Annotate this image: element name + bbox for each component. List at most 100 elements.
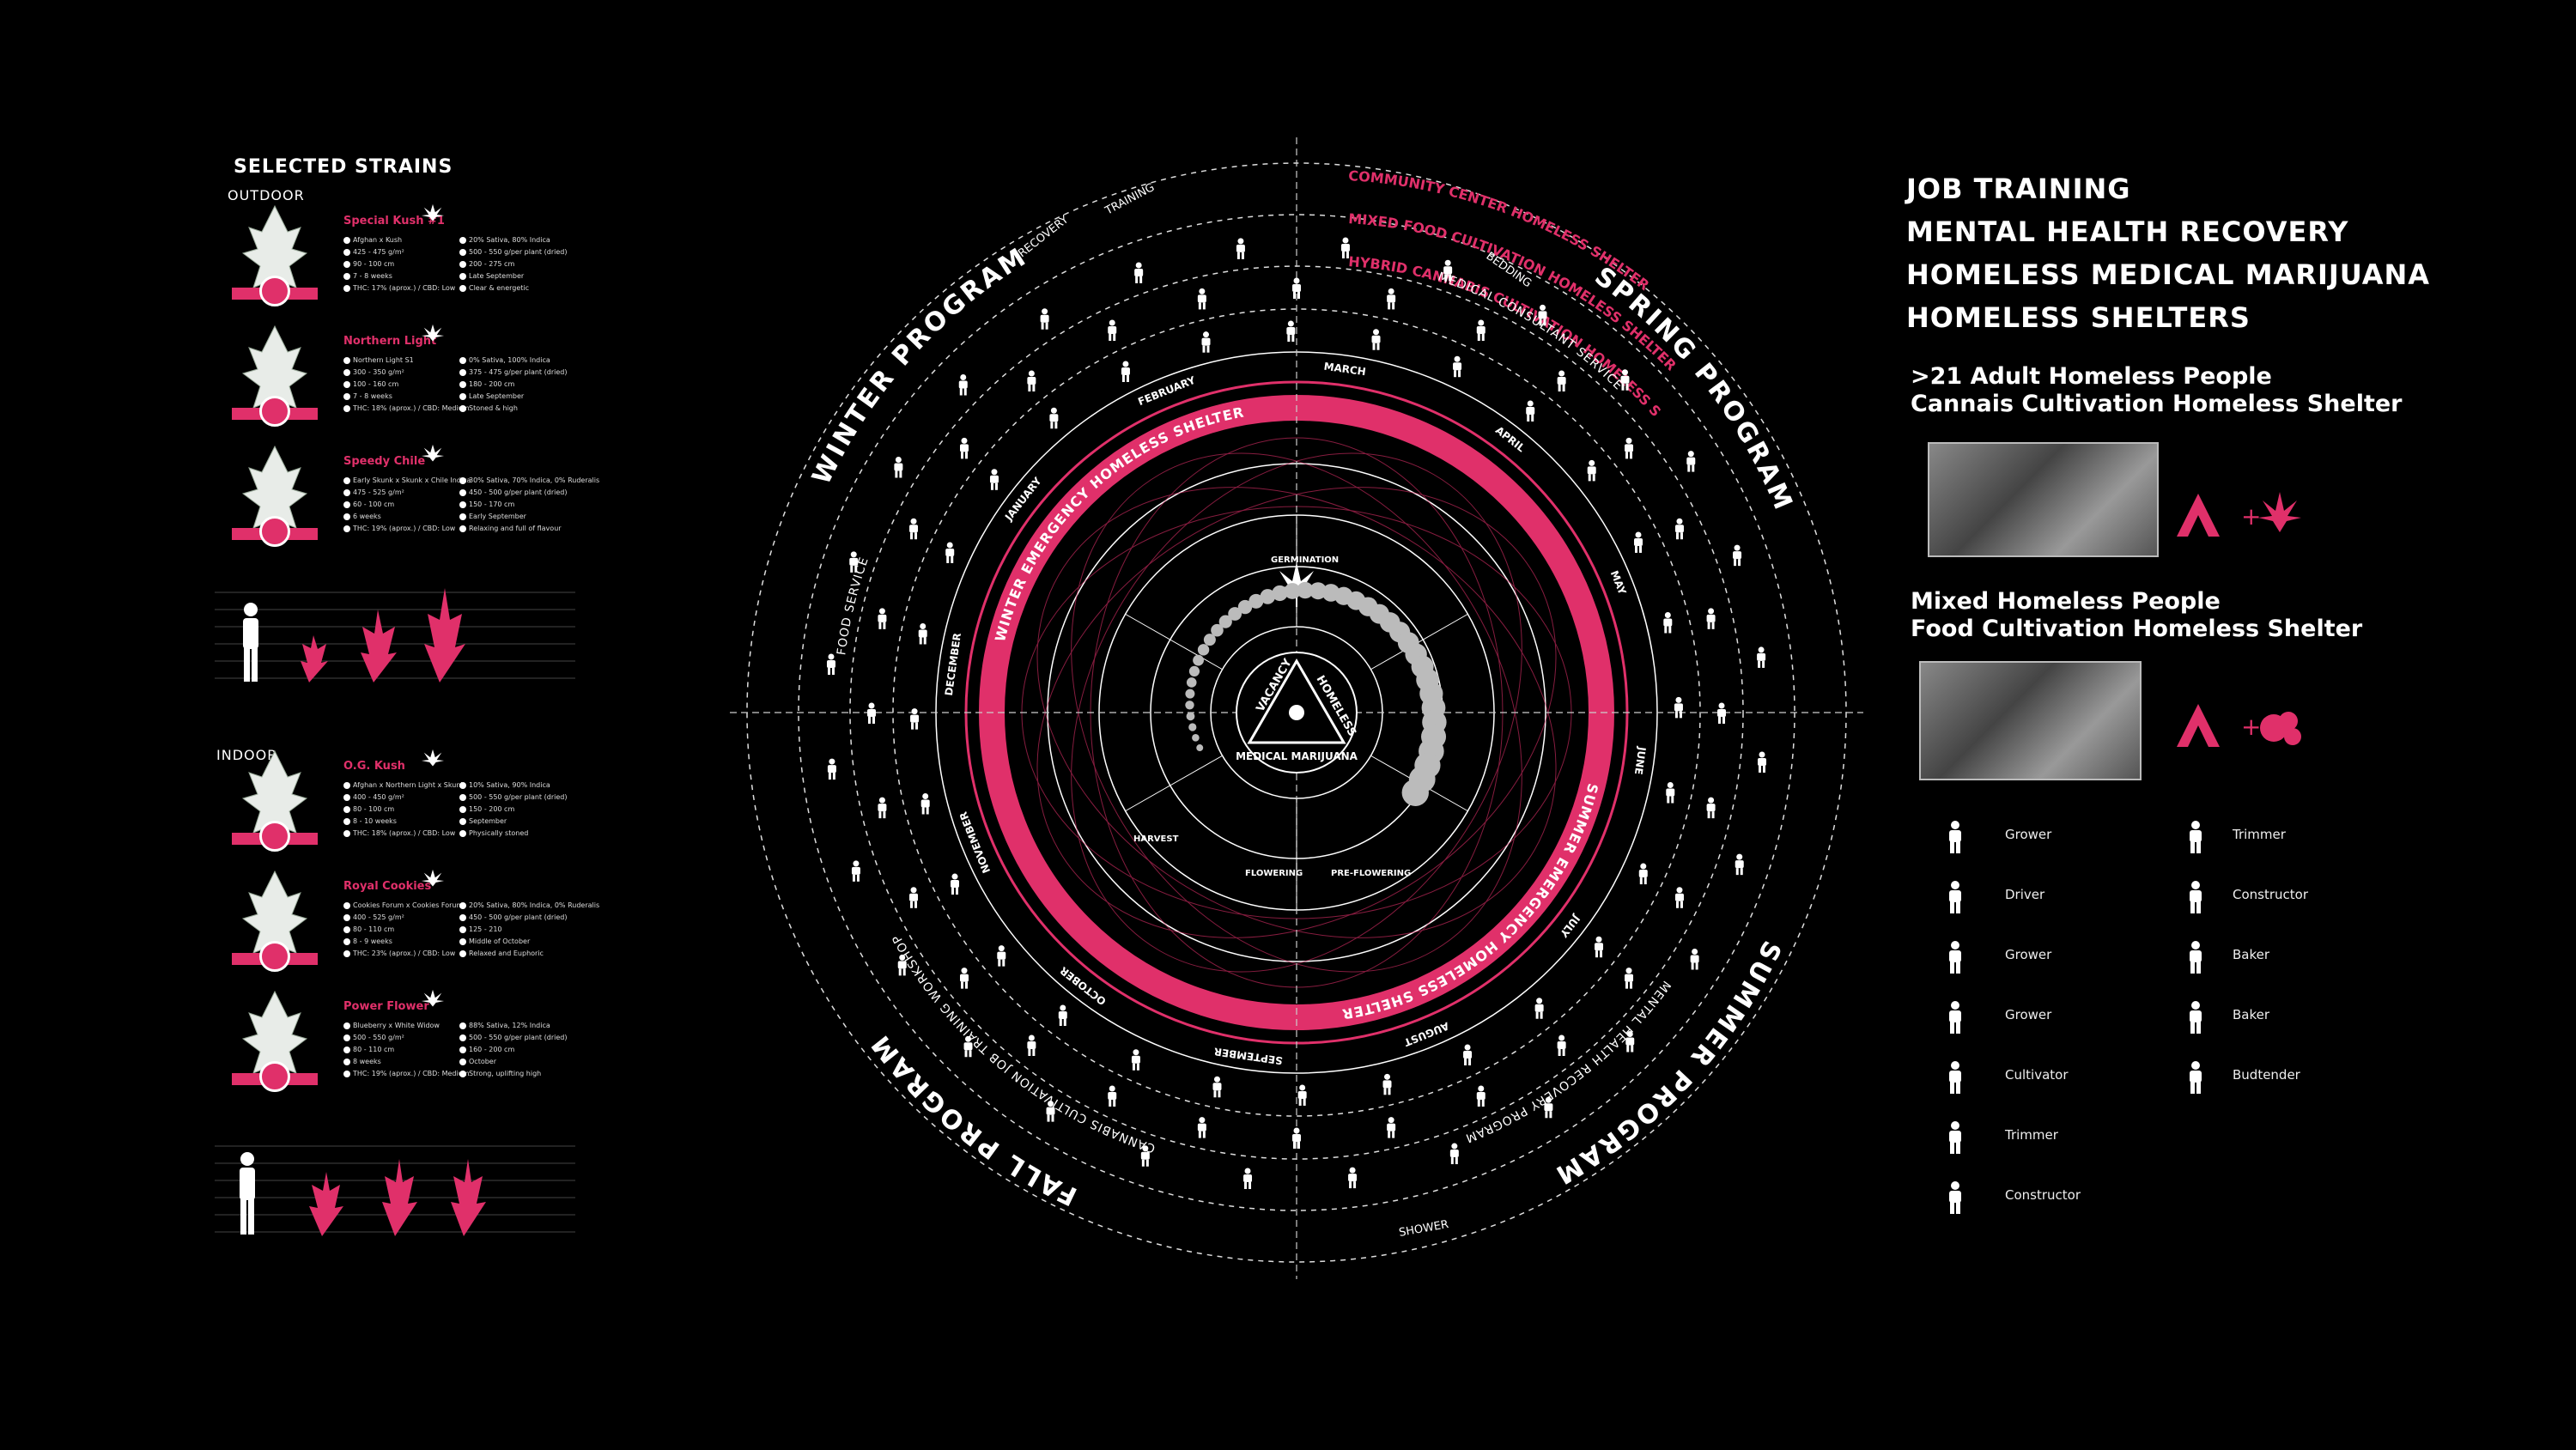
- spec-line: 20% Sativa, 80% Indica: [459, 234, 567, 246]
- role-legend-item: Grower: [1932, 820, 2104, 854]
- worker-icon: [1476, 1085, 1485, 1107]
- flowering-label: FLOWERING: [1245, 869, 1303, 878]
- spec-bullet-icon: [459, 1070, 466, 1077]
- worker-icon: [1197, 1117, 1206, 1138]
- spec-bullet-icon: [343, 525, 350, 532]
- spec-line: 10% Sativa, 90% Indica: [459, 780, 567, 792]
- strain-card: O.G. Kush Afghan x Northern Light x Skunk…: [215, 747, 575, 858]
- spec-line: Relaxing and full of flavour: [459, 523, 599, 535]
- spec-line: 150 - 170 cm: [459, 499, 599, 511]
- spec-line: 300 - 350 g/m²: [343, 367, 470, 379]
- worker-icon: [997, 945, 1006, 967]
- strain-specs-a: Afghan x Kush 425 - 475 g/m² 90 - 100 cm 7 …: [343, 234, 455, 294]
- month-label: SEPTEMBER: [1213, 1046, 1284, 1067]
- worker-icon: [1557, 370, 1566, 391]
- outdoor-size-comparison: [215, 588, 575, 683]
- cannabis-leaf-icon: [421, 444, 445, 462]
- spec-line: 200 - 275 cm: [459, 258, 567, 270]
- worker-icon: [1587, 459, 1596, 482]
- worker-icon: [1040, 308, 1049, 330]
- spec-line: 7 - 8 weeks: [343, 391, 470, 403]
- spec-line: 88% Sativa, 12% Indica: [459, 1020, 567, 1032]
- core-medical-marijuana-label: MEDICAL MARIJUANA: [1236, 750, 1358, 762]
- spec-line: Clear & energetic: [459, 282, 567, 294]
- month-label: NOVEMBER: [957, 810, 993, 876]
- heading-job-training: JOB TRAINING: [1906, 173, 2131, 205]
- spec-line: Early Skunk x Skunk x Chile Indica: [343, 475, 471, 487]
- shelter-tent-icon: [2177, 494, 2220, 537]
- spec-line: THC: 19% (aprox.) / CBD: Low: [343, 523, 471, 535]
- worker-icon: [1197, 288, 1206, 310]
- worker-icon: [1387, 288, 1396, 310]
- spec-text: Cookies Forum x Cookies Forum: [353, 901, 464, 909]
- cannabis-leaf-icon: [2258, 492, 2301, 532]
- spec-line: 450 - 500 g/per plant (dried): [459, 912, 599, 924]
- plant-growth-mark: [1193, 654, 1204, 666]
- spec-text: THC: 17% (aprox.) / CBD: Low: [353, 284, 456, 292]
- strain-card: Power Flower Blueberry x White Widow 500 -…: [215, 987, 575, 1099]
- spec-line: Stoned & high: [459, 403, 567, 415]
- plant-growth-mark: [1186, 712, 1195, 721]
- worker-icon: [1949, 1121, 1961, 1154]
- worker-icon: [1131, 1049, 1140, 1071]
- spec-bullet-icon: [459, 284, 466, 292]
- shelter-tent-icon: [2177, 704, 2220, 747]
- spec-text: 80 - 110 cm: [353, 1046, 395, 1053]
- spec-text: 500 - 550 g/per plant (dried): [469, 248, 568, 256]
- spec-bullet-icon: [343, 260, 350, 268]
- worker-icon: [1201, 331, 1211, 353]
- spec-bullet-icon: [459, 781, 466, 789]
- role-label: Constructor: [2233, 887, 2309, 902]
- spec-bullet-icon: [459, 488, 466, 496]
- cannabis-leaf-icon: [421, 989, 445, 1007]
- harvest-label: HARVEST: [1133, 834, 1179, 844]
- spec-bullet-icon: [343, 1034, 350, 1041]
- spec-line: 6 weeks: [343, 511, 471, 523]
- worker-icon: [1286, 320, 1296, 343]
- worker-icon: [1534, 998, 1544, 1019]
- spec-bullet-icon: [343, 817, 350, 825]
- strain-card: Royal Cookies Cookies Forum x Cookies For…: [215, 867, 599, 979]
- spec-bullet-icon: [343, 284, 350, 292]
- pre-flowering-label: PRE-FLOWERING: [1331, 869, 1411, 878]
- spec-line: October: [459, 1056, 567, 1068]
- spec-bullet-icon: [459, 829, 466, 837]
- spec-bullet-icon: [459, 901, 466, 909]
- worker-icon: [1595, 936, 1604, 958]
- recovery-label: RECOVERY: [1016, 213, 1071, 260]
- spec-bullet-icon: [459, 260, 466, 268]
- spec-text: Afghan x Kush: [353, 236, 403, 244]
- spec-line: 500 - 550 g/m²: [343, 1032, 470, 1044]
- worker-icon: [1686, 451, 1696, 472]
- spec-line: 400 - 450 g/m²: [343, 792, 465, 804]
- strain-specs-a: Blueberry x White Widow 500 - 550 g/m² 80 …: [343, 1020, 470, 1080]
- month-label: JUNE: [1632, 745, 1649, 775]
- spec-text: Early Skunk x Skunk x Chile Indica: [353, 476, 471, 484]
- homeless-adults-photo: [1928, 442, 2159, 557]
- spec-line: Blueberry x White Widow: [343, 1020, 470, 1032]
- worker-icon: [959, 437, 969, 459]
- spec-text: 400 - 525 g/m²: [353, 913, 404, 921]
- spec-bullet-icon: [343, 937, 350, 945]
- worker-icon: [958, 374, 968, 396]
- spec-line: THC: 18% (aprox.) / CBD: Medium: [343, 403, 470, 415]
- core-dot: [1289, 705, 1304, 720]
- spec-bullet-icon: [459, 949, 466, 957]
- spec-text: 450 - 500 g/per plant (dried): [469, 913, 568, 921]
- worker-icon: [1638, 863, 1648, 885]
- worker-icon: [826, 653, 835, 676]
- spec-line: Early September: [459, 511, 599, 523]
- spec-text: 500 - 550 g/per plant (dried): [469, 1034, 568, 1041]
- month-label: MARCH: [1323, 361, 1367, 379]
- winter-program-label: WINTER PROGRAM: [806, 241, 1033, 489]
- role-label: Driver: [2005, 887, 2045, 902]
- spec-bullet-icon: [459, 525, 466, 532]
- shower-label: SHOWER: [1398, 1218, 1449, 1240]
- spec-line: Late September: [459, 270, 567, 282]
- spec-text: October: [469, 1058, 497, 1065]
- program-headings: JOB TRAINING MENTAL HEALTH RECOVERY HOME…: [1906, 167, 2430, 339]
- role-label: Budtender: [2233, 1067, 2300, 1083]
- worker-icon: [1633, 531, 1643, 553]
- spec-text: 10% Sativa, 90% Indica: [469, 781, 550, 789]
- spec-line: 8 - 10 weeks: [343, 816, 465, 828]
